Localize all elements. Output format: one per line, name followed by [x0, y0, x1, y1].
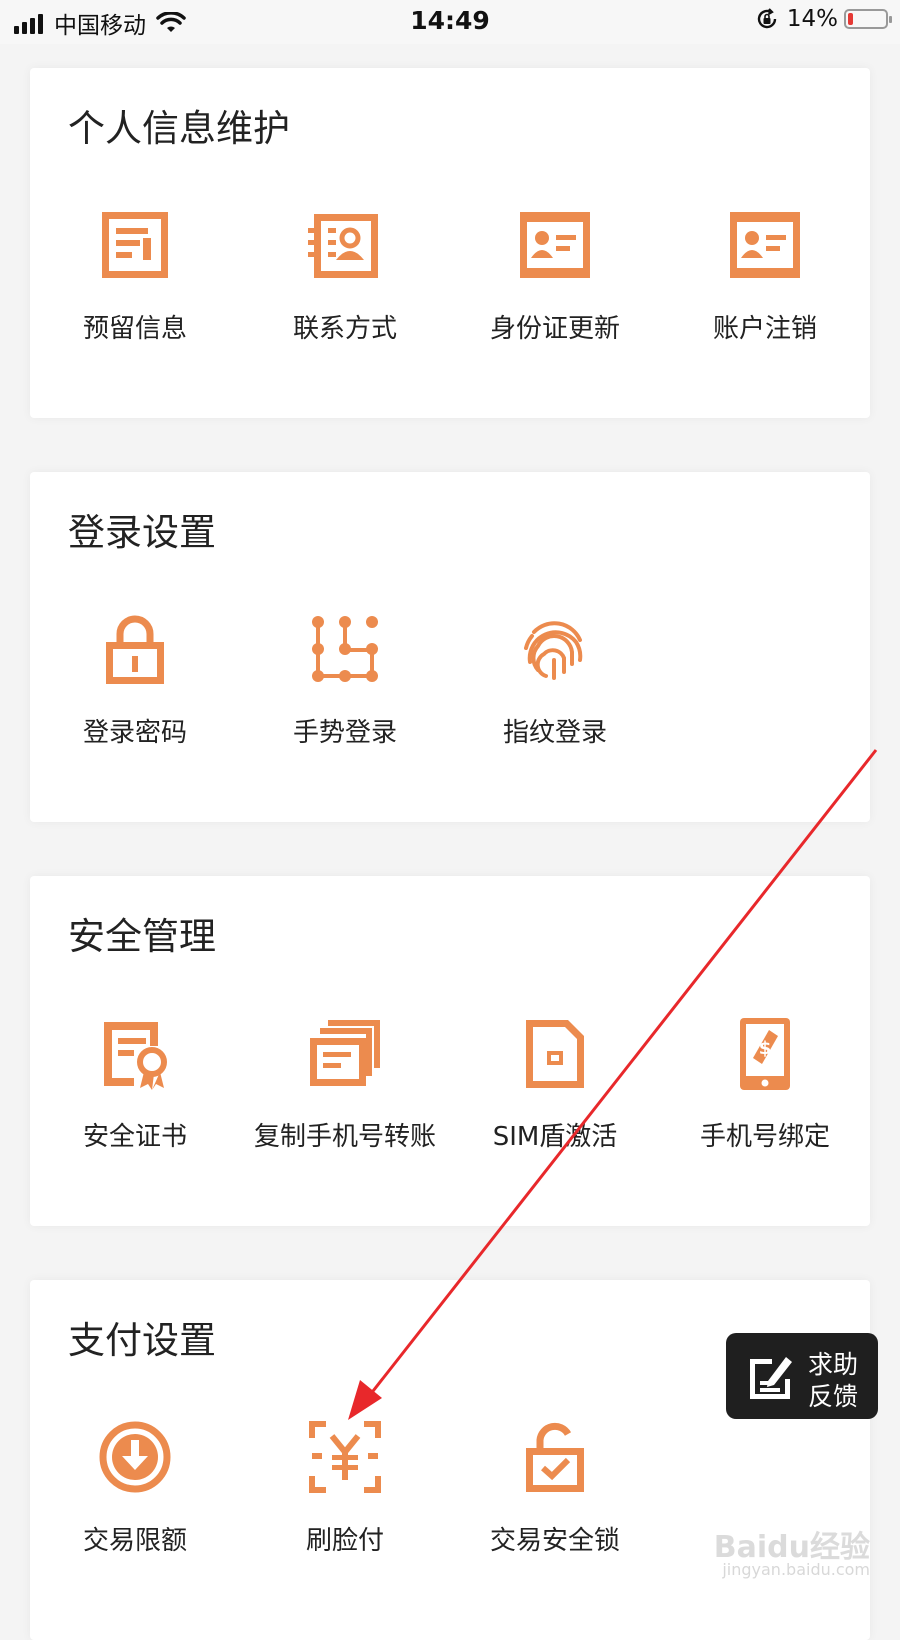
section-title: 支付设置 [68, 1319, 216, 1362]
section-card-login-settings: 登录设置 登录密码 手势登录 指纹登录 [30, 472, 870, 822]
help-label-line1: 求助 [808, 1350, 859, 1379]
menu-item-transaction-lock[interactable]: 交易安全锁 [450, 1420, 660, 1570]
section-title: 个人信息维护 [68, 107, 290, 150]
section-title: 登录设置 [68, 511, 216, 554]
menu-item-label: 复制手机号转账 [253, 1122, 436, 1152]
status-right: 14% [755, 6, 892, 32]
battery-fill [848, 13, 853, 25]
menu-item-label: 安全证书 [82, 1122, 187, 1152]
id-card-icon [728, 208, 802, 282]
menu-item-label: SIM盾激活 [492, 1122, 618, 1152]
lock-icon [98, 612, 172, 686]
certificate-icon [98, 1016, 172, 1090]
rotation-lock-icon [757, 8, 777, 29]
menu-item-label: 联系方式 [292, 314, 397, 344]
face-pay-icon [308, 1420, 382, 1494]
menu-item-label: 登录密码 [82, 718, 187, 748]
gesture-grid-icon [308, 612, 382, 686]
menu-item-reserved-info[interactable]: 预留信息 [30, 208, 240, 358]
section-card-personal-info: 个人信息维护 预留信息 联系方式 身份证更新 账户注销 [30, 68, 870, 418]
section-title: 安全管理 [68, 915, 216, 958]
menu-item-label: 预留信息 [82, 314, 187, 344]
contact-card-icon [308, 208, 382, 282]
status-bar: 中国移动 14:49 14% [0, 0, 900, 44]
section-card-security: 安全管理 安全证书 复制手机号转账 SIM盾激活 手机号绑定 [30, 876, 870, 1226]
help-feedback-button[interactable]: 求助 反馈 [726, 1333, 878, 1419]
menu-item-fingerprint-login[interactable]: 指纹登录 [450, 612, 660, 762]
fingerprint-icon [518, 612, 592, 686]
menu-item-login-password[interactable]: 登录密码 [30, 612, 240, 762]
copy-cards-icon [308, 1016, 382, 1090]
menu-item-transaction-limit[interactable]: 交易限额 [30, 1420, 240, 1570]
watermark-url: jingyan.baidu.com [722, 1560, 870, 1579]
battery-percent: 14% [786, 6, 838, 32]
menu-item-label: 手势登录 [292, 718, 397, 748]
menu-item-label: 刷脸付 [305, 1526, 384, 1556]
download-circle-icon [98, 1420, 172, 1494]
document-icon [98, 208, 172, 282]
sim-card-icon [518, 1016, 592, 1090]
menu-item-label: 交易安全锁 [489, 1526, 620, 1556]
menu-item-gesture-login[interactable]: 手势登录 [240, 612, 450, 762]
menu-item-sim-shield[interactable]: SIM盾激活 [450, 1016, 660, 1166]
phone-bind-icon [728, 1016, 802, 1090]
menu-item-label: 手机号绑定 [699, 1122, 830, 1152]
menu-item-label: 身份证更新 [489, 314, 620, 344]
battery-icon [844, 9, 892, 29]
menu-item-label: 交易限额 [82, 1526, 187, 1556]
id-card-icon [518, 208, 592, 282]
menu-item-security-cert[interactable]: 安全证书 [30, 1016, 240, 1166]
menu-item-id-update[interactable]: 身份证更新 [450, 208, 660, 358]
check-lock-icon [518, 1420, 592, 1494]
edit-note-icon [750, 1357, 792, 1399]
help-label-line2: 反馈 [808, 1382, 859, 1411]
menu-item-phone-bind[interactable]: 手机号绑定 [660, 1016, 870, 1166]
menu-item-account-close[interactable]: 账户注销 [660, 208, 870, 358]
menu-item-label: 账户注销 [712, 314, 817, 344]
menu-item-face-pay[interactable]: 刷脸付 [240, 1420, 450, 1570]
menu-item-contact[interactable]: 联系方式 [240, 208, 450, 358]
menu-item-copy-phone-transfer[interactable]: 复制手机号转账 [240, 1016, 450, 1166]
menu-item-label: 指纹登录 [502, 718, 607, 748]
